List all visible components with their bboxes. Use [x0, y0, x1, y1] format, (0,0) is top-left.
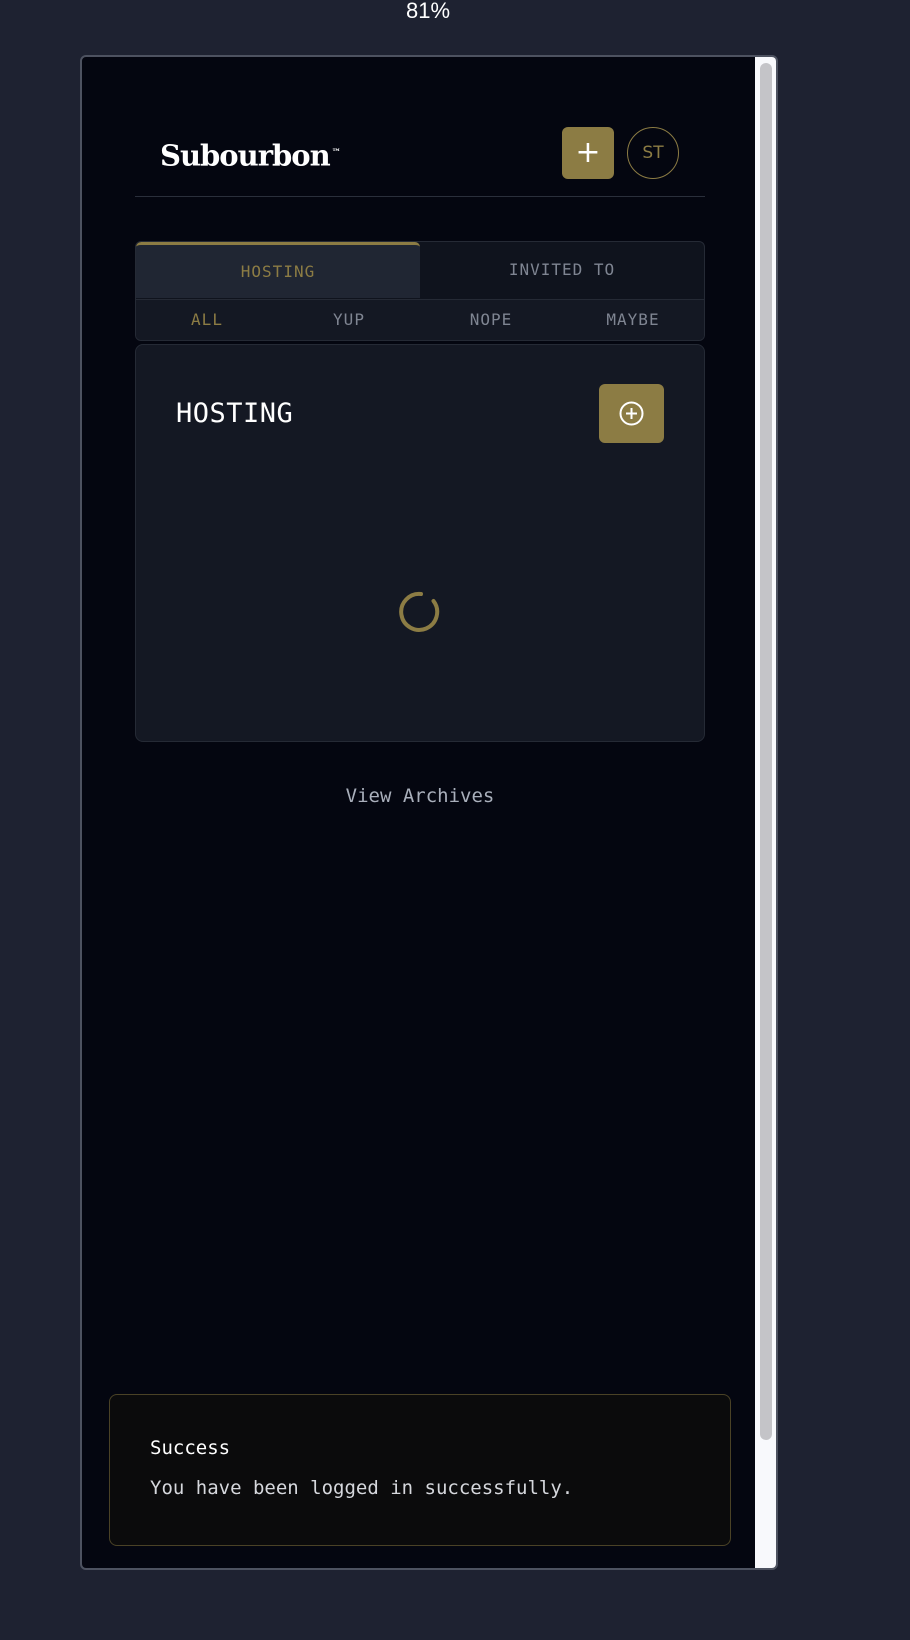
user-avatar[interactable]: ST — [627, 127, 679, 179]
success-toast: Success You have been logged in successf… — [109, 1394, 731, 1546]
view-archives-link[interactable]: View Archives — [135, 782, 705, 810]
main-tab-bar: HOSTING INVITED TO — [136, 242, 704, 299]
hosting-card: HOSTING — [135, 344, 705, 742]
add-event-button[interactable]: + — [562, 127, 614, 179]
spinner-icon — [399, 591, 440, 632]
tab-hosting[interactable]: HOSTING — [136, 242, 420, 298]
tab-invited-to[interactable]: INVITED TO — [420, 242, 704, 298]
scrollbar-thumb[interactable] — [760, 63, 772, 1440]
trademark-mark: ™ — [331, 148, 341, 158]
plus-circle-icon — [619, 401, 644, 426]
app-header: Subourbon ™ + ST — [135, 127, 705, 197]
app-logo[interactable]: Subourbon ™ — [160, 133, 341, 176]
filter-tab-bar: ALL YUP NOPE MAYBE — [136, 299, 704, 340]
filter-tab-nope[interactable]: NOPE — [420, 300, 562, 340]
filter-tab-all[interactable]: ALL — [136, 300, 278, 340]
scrollbar[interactable] — [755, 57, 776, 1568]
toast-title: Success — [150, 1437, 231, 1459]
toast-message: You have been logged in successfully. — [150, 1477, 574, 1499]
card-title: HOSTING — [176, 398, 294, 429]
event-tabs: HOSTING INVITED TO ALL YUP NOPE MAYBE — [135, 241, 705, 341]
zoom-level-label: 81% — [405, 0, 451, 23]
create-event-button[interactable] — [599, 384, 664, 443]
app-viewport: Subourbon ™ + ST HOSTING INVITED TO ALL Y… — [80, 55, 778, 1570]
filter-tab-maybe[interactable]: MAYBE — [562, 300, 704, 340]
logo-text: Subourbon — [160, 138, 331, 173]
filter-tab-yup[interactable]: YUP — [278, 300, 420, 340]
